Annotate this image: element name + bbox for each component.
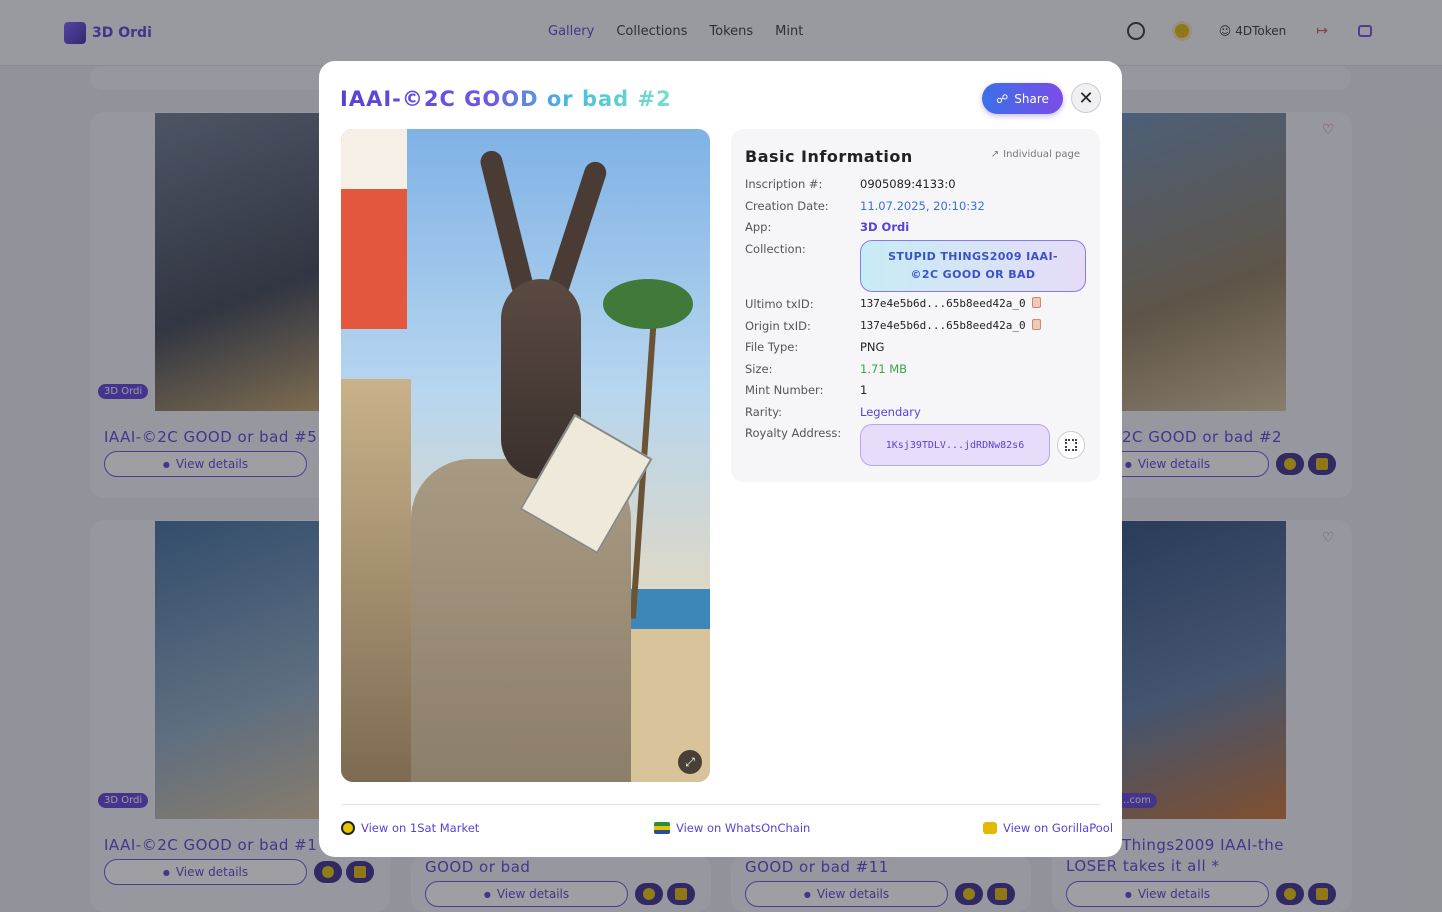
inscription-value: 0905089:4133:0 — [860, 177, 956, 191]
donkey-ear-illustration — [478, 148, 536, 300]
palm-leaves-illustration — [603, 279, 693, 329]
individual-page-link[interactable]: ↗ Individual page — [991, 149, 1080, 160]
collection-link[interactable]: STUPID THINGS2009 IAAI-©2C GOOD OR BAD — [860, 240, 1086, 292]
rarity-label: Rarity: — [745, 405, 783, 419]
collection-label: Collection: — [745, 242, 806, 256]
inscription-image[interactable]: ⤢ — [341, 129, 710, 782]
rarity-value: Legendary — [860, 405, 921, 419]
mint-number-value: 1 — [860, 383, 868, 397]
app-value[interactable]: 3D Ordi — [860, 220, 909, 234]
donkey-ear-illustration — [544, 159, 610, 299]
basic-information-panel: Basic Information ↗ Individual page Insc… — [731, 129, 1100, 482]
modal-title: IAAI-©2C GOOD or bad #2 — [340, 87, 672, 111]
size-value: 1.71 MB — [860, 362, 908, 376]
royalty-address-label: Royalty Address: — [745, 426, 842, 440]
copy-icon[interactable] — [1031, 297, 1041, 308]
file-type-label: File Type: — [745, 340, 799, 354]
share-icon: ☍ — [996, 91, 1009, 106]
origin-txid-value: 137e4e5b6d...65b8eed42a_0 — [860, 319, 1041, 332]
ultimo-txid-value: 137e4e5b6d...65b8eed42a_0 — [860, 297, 1041, 310]
origin-txid-label: Origin txID: — [745, 319, 811, 333]
copy-icon[interactable] — [1031, 319, 1041, 330]
ultimo-txid-label: Ultimo txID: — [745, 297, 814, 311]
poster-header-illustration — [341, 129, 407, 189]
size-label: Size: — [745, 362, 773, 376]
view-on-gorillapool-link[interactable]: View on GorillaPool — [983, 821, 1113, 835]
mint-number-label: Mint Number: — [745, 383, 824, 397]
1sat-coin-icon — [341, 821, 355, 835]
file-type-value: PNG — [860, 340, 885, 354]
info-heading: Basic Information — [745, 147, 913, 166]
close-button[interactable]: ✕ — [1071, 83, 1101, 113]
qr-code-icon — [1065, 439, 1077, 451]
share-button[interactable]: ☍ Share — [982, 83, 1063, 114]
wall-illustration — [341, 379, 411, 782]
qr-code-button[interactable] — [1057, 431, 1085, 459]
royalty-address-value[interactable]: 1Ksj39TDLV...jdRDNw82s6 — [860, 424, 1050, 466]
close-icon: ✕ — [1078, 87, 1094, 109]
inscription-label: Inscription #: — [745, 177, 823, 191]
view-on-1sat-market-link[interactable]: View on 1Sat Market — [341, 821, 479, 835]
whatsonchain-icon — [654, 822, 670, 834]
view-on-whatsonchain-link[interactable]: View on WhatsOnChain — [654, 821, 810, 835]
fullscreen-icon[interactable]: ⤢ — [678, 750, 702, 774]
divider — [341, 804, 1100, 805]
creation-date-label: Creation Date: — [745, 199, 829, 213]
inscription-modal: IAAI-©2C GOOD or bad #2 ☍ Share ✕ ⤢ Basi… — [319, 61, 1122, 857]
gorillapool-icon — [983, 822, 997, 834]
app-label: App: — [745, 220, 772, 234]
external-link-icon: ↗ — [990, 149, 1000, 160]
creation-date-value: 11.07.2025, 20:10:32 — [860, 199, 985, 213]
